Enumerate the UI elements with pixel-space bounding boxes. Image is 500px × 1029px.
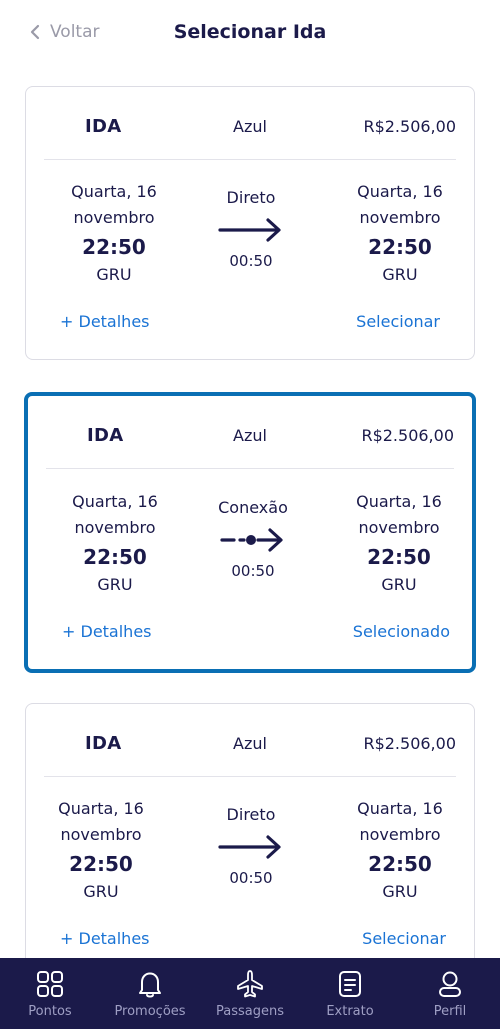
tab-passagens[interactable]: Passagens xyxy=(200,958,300,1029)
arrival-time: 22:50 xyxy=(367,545,431,569)
arrival-info: Quarta, 16 novembro 22:50 GRU xyxy=(330,796,470,904)
flight-duration: 00:50 xyxy=(231,562,275,580)
tab-perfil[interactable]: Perfil xyxy=(400,958,500,1029)
selected-button[interactable]: Selecionado xyxy=(353,622,450,641)
arrival-time: 22:50 xyxy=(368,852,432,876)
bell-icon xyxy=(139,972,161,998)
arrival-month: novembro xyxy=(358,518,440,537)
flight-price: R$2.506,00 xyxy=(361,426,454,445)
arrival-day: Quarta, 16 xyxy=(356,492,442,511)
flight-card[interactable]: IDA Azul R$2.506,00 Quarta, 16 novembro … xyxy=(25,86,475,360)
card-header: IDA Azul R$2.506,00 xyxy=(44,704,456,777)
arrival-day: Quarta, 16 xyxy=(357,799,443,818)
details-link[interactable]: + Detalhes xyxy=(60,312,150,331)
departure-month: novembro xyxy=(74,518,156,537)
flight-card-selected[interactable]: IDA Azul R$2.506,00 Quarta, 16 novembro … xyxy=(24,392,476,673)
connection-arrow-icon xyxy=(188,521,318,559)
select-button[interactable]: Selecionar xyxy=(356,312,440,331)
header: Voltar Selecionar Ida xyxy=(0,0,500,66)
departure-time: 22:50 xyxy=(82,235,146,259)
grid-icon xyxy=(37,971,63,997)
direct-arrow-icon xyxy=(186,828,316,866)
tab-promocoes[interactable]: Promoções xyxy=(100,958,200,1029)
arrival-airport: GRU xyxy=(382,265,418,284)
departure-info: Quarta, 16 novembro 22:50 GRU xyxy=(31,796,171,904)
departure-day: Quarta, 16 xyxy=(72,492,158,511)
flight-type: Direto xyxy=(226,805,276,824)
flight-type: Direto xyxy=(226,188,276,207)
arrival-info: Quarta, 16 novembro 22:50 GRU xyxy=(330,179,470,287)
departure-info: Quarta, 16 novembro 22:50 GRU xyxy=(45,489,185,597)
departure-day: Quarta, 16 xyxy=(71,182,157,201)
page-title: Selecionar Ida xyxy=(173,21,327,43)
flight-route: Direto 00:50 xyxy=(186,802,316,890)
arrival-time: 22:50 xyxy=(368,235,432,259)
flight-route: Conexão 00:50 xyxy=(188,495,318,583)
departure-day: Quarta, 16 xyxy=(58,799,144,818)
direct-arrow-icon xyxy=(186,211,316,249)
details-link[interactable]: + Detalhes xyxy=(60,929,150,948)
departure-airport: GRU xyxy=(97,575,133,594)
select-button[interactable]: Selecionar xyxy=(362,929,446,948)
tab-label: Promoções xyxy=(114,1004,186,1019)
departure-info: Quarta, 16 novembro 22:50 GRU xyxy=(44,179,184,287)
statement-icon xyxy=(339,971,361,997)
departure-month: novembro xyxy=(73,208,155,227)
departure-airport: GRU xyxy=(83,882,119,901)
details-link[interactable]: + Detalhes xyxy=(62,622,152,641)
tab-label: Passagens xyxy=(216,1004,284,1019)
tab-label: Pontos xyxy=(28,1004,72,1019)
arrival-airport: GRU xyxy=(382,882,418,901)
card-header: IDA Azul R$2.506,00 xyxy=(44,87,456,160)
arrival-month: novembro xyxy=(359,208,441,227)
flight-card[interactable]: IDA Azul R$2.506,00 Quarta, 16 novembro … xyxy=(25,703,475,993)
card-header: IDA Azul R$2.506,00 xyxy=(46,396,454,469)
arrival-month: novembro xyxy=(359,825,441,844)
flight-duration: 00:50 xyxy=(229,252,273,270)
airplane-icon xyxy=(237,970,263,998)
arrival-info: Quarta, 16 novembro 22:50 GRU xyxy=(329,489,469,597)
flight-route: Direto 00:50 xyxy=(186,185,316,273)
departure-time: 22:50 xyxy=(69,852,133,876)
flight-price: R$2.506,00 xyxy=(363,117,456,136)
flight-type: Conexão xyxy=(218,498,288,517)
arrival-airport: GRU xyxy=(381,575,417,594)
tab-extrato[interactable]: Extrato xyxy=(300,958,400,1029)
departure-month: novembro xyxy=(60,825,142,844)
person-icon xyxy=(439,971,461,997)
departure-time: 22:50 xyxy=(83,545,147,569)
arrival-day: Quarta, 16 xyxy=(357,182,443,201)
tab-pontos[interactable]: Pontos xyxy=(0,958,100,1029)
bottom-tab-bar: Pontos Promoções Passagens Extrato Perfi… xyxy=(0,958,500,1029)
departure-airport: GRU xyxy=(96,265,132,284)
tab-label: Perfil xyxy=(433,1004,467,1019)
tab-label: Extrato xyxy=(326,1004,374,1019)
flight-duration: 00:50 xyxy=(229,869,273,887)
flight-price: R$2.506,00 xyxy=(363,734,456,753)
